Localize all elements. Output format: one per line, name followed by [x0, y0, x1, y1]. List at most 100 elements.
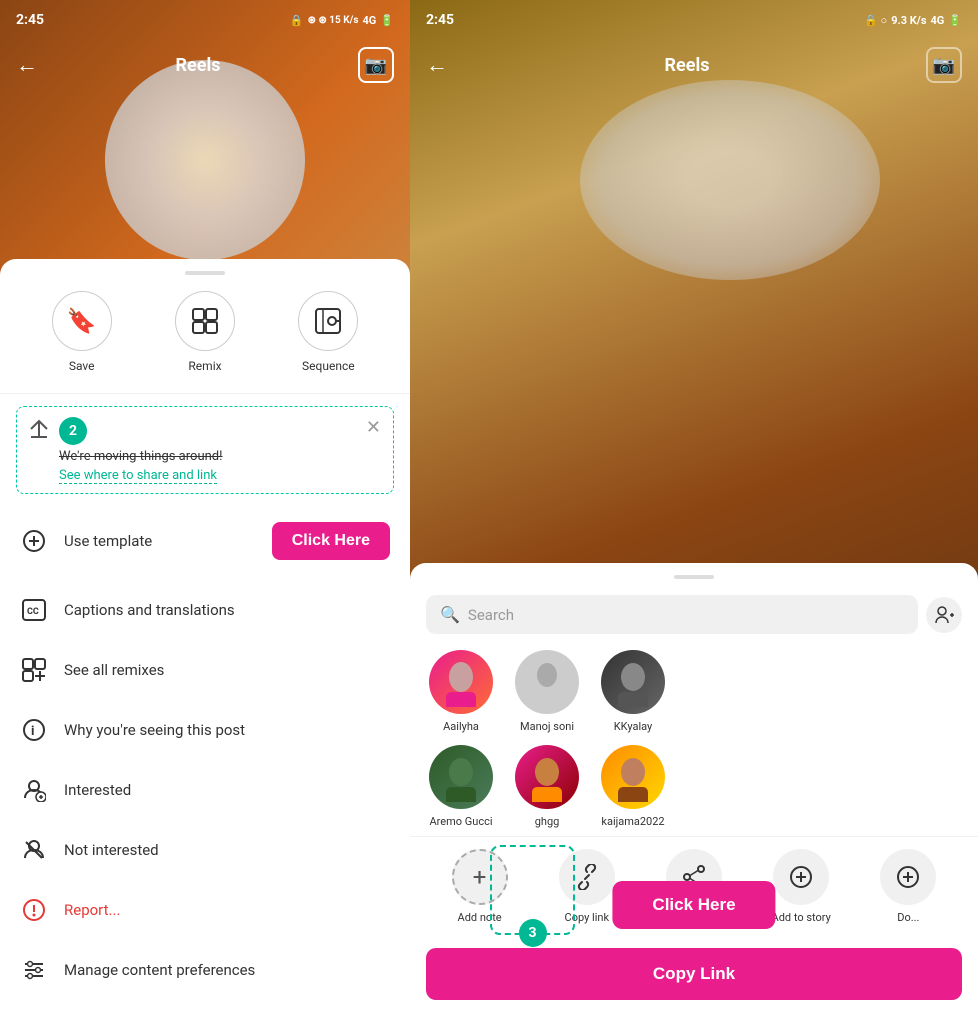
contact-kkyalay[interactable]: KKyalay: [598, 650, 668, 733]
search-bar[interactable]: 🔍 Search: [426, 595, 918, 634]
notification-text: 2 We're moving things around! See where …: [59, 417, 356, 483]
interested-item[interactable]: Interested: [0, 760, 410, 820]
contact-name-kkyalay: KKyalay: [614, 720, 652, 733]
contact-name-kaijama: kaijama2022: [601, 815, 664, 828]
time-left: 2:45: [16, 12, 44, 28]
notification-banner: 2 We're moving things around! See where …: [16, 406, 394, 494]
add-note-action[interactable]: + Add note: [450, 849, 510, 924]
see-remixes-icon: [20, 656, 48, 684]
captions-item[interactable]: CC Captions and translations: [0, 580, 410, 640]
notification-close[interactable]: ✕: [366, 417, 381, 438]
share-sheet: 🔍 Search Aa: [410, 563, 978, 1024]
back-button-left[interactable]: ←: [16, 52, 38, 78]
sequence-action[interactable]: Sequence: [298, 291, 358, 373]
contact-ghgg[interactable]: ghgg: [512, 745, 582, 828]
search-row: 🔍 Search: [410, 595, 978, 642]
avatar-aailyha: [429, 650, 493, 714]
svg-text:i: i: [31, 724, 34, 739]
click-here-button-right[interactable]: Click Here: [612, 881, 775, 929]
avatar-ghgg: [515, 745, 579, 809]
copy-link-main-button[interactable]: Copy Link: [426, 948, 962, 1000]
more-icon: [880, 849, 936, 905]
left-panel: 2:45 🔒 ⊛ ⊛ 15 K/s 4G 🔋 ← Reels 📷 🔖 Save: [0, 0, 410, 1024]
use-template-icon: [20, 527, 48, 555]
more-action[interactable]: Do...: [878, 849, 938, 924]
contact-aailyha[interactable]: Aailyha: [426, 650, 496, 733]
notification-badge: 2: [59, 417, 87, 445]
not-interested-item[interactable]: Not interested: [0, 820, 410, 880]
share-icon-banner: [29, 419, 49, 444]
camera-button-right[interactable]: 📷: [926, 47, 962, 83]
contact-manoj[interactable]: Manoj soni: [512, 650, 582, 733]
add-to-story-label: Add to story: [772, 911, 831, 924]
save-label: Save: [69, 359, 95, 373]
remix-action[interactable]: Remix: [175, 291, 235, 373]
manage-content-label: Manage content preferences: [64, 961, 255, 979]
not-interested-label: Not interested: [64, 841, 159, 859]
add-to-story-icon: [773, 849, 829, 905]
report-label: Report...: [64, 901, 120, 919]
not-interested-icon: [20, 836, 48, 864]
status-bar-right: 2:45 🔒 ○ 9.3 K/s 4G 🔋: [410, 0, 978, 40]
interested-icon: [20, 776, 48, 804]
top-nav-left: 2:45 🔒 ⊛ ⊛ 15 K/s 4G 🔋 ← Reels 📷: [0, 0, 410, 90]
sequence-label: Sequence: [302, 359, 355, 373]
remix-label: Remix: [188, 359, 221, 373]
use-template-label: Use template: [64, 532, 152, 550]
notification-line1: We're moving things around!: [59, 449, 356, 464]
manage-content-item[interactable]: Manage content preferences: [0, 940, 410, 1000]
captions-label: Captions and translations: [64, 601, 235, 619]
contact-aremo[interactable]: Aremo Gucci: [426, 745, 496, 828]
avatar-aremo: [429, 745, 493, 809]
camera-button-left[interactable]: 📷: [358, 47, 394, 83]
nav-title-right: Reels: [665, 55, 710, 76]
save-action[interactable]: 🔖 Save: [52, 291, 112, 373]
right-panel: 2:45 🔒 ○ 9.3 K/s 4G 🔋 ← Reels 📷 🔍 Search: [410, 0, 978, 1024]
save-icon: 🔖: [52, 291, 112, 351]
click-here-button-left[interactable]: Click Here: [272, 522, 390, 560]
status-icons-left: 🔒 ⊛ ⊛ 15 K/s 4G 🔋: [290, 14, 394, 27]
add-people-button[interactable]: [926, 597, 962, 633]
sheet-handle-right: [674, 575, 714, 579]
interested-label: Interested: [64, 781, 131, 799]
sequence-icon: [298, 291, 358, 351]
contact-name-aailyha: Aailyha: [443, 720, 479, 733]
nav-title-left: Reels: [176, 55, 221, 76]
contact-name-ghgg: ghgg: [535, 815, 560, 828]
report-item[interactable]: Report...: [0, 880, 410, 940]
see-remixes-item[interactable]: See all remixes: [0, 640, 410, 700]
manage-content-icon: [20, 956, 48, 984]
time-right: 2:45: [426, 12, 454, 28]
why-seeing-label: Why you're seeing this post: [64, 721, 245, 739]
copy-link-action[interactable]: Copy link: [557, 849, 617, 924]
menu-list: CC Captions and translations See all rem…: [0, 576, 410, 1004]
use-template-item[interactable]: Use template Click Here: [0, 506, 410, 576]
avatar-manoj: [515, 650, 579, 714]
contacts-row-1: Aailyha Manoj soni KKyal: [410, 642, 978, 741]
nav-bar-left: ← Reels 📷: [0, 40, 410, 90]
status-bar-left: 2:45 🔒 ⊛ ⊛ 15 K/s 4G 🔋: [0, 0, 410, 40]
add-note-label: Add note: [458, 911, 502, 924]
why-seeing-item[interactable]: i Why you're seeing this post: [0, 700, 410, 760]
status-icons-right: 🔒 ○ 9.3 K/s 4G 🔋: [864, 14, 962, 27]
back-button-right[interactable]: ←: [426, 52, 448, 78]
search-icon: 🔍: [440, 605, 460, 624]
svg-text:CC: CC: [27, 607, 39, 617]
more-label: Do...: [897, 911, 919, 924]
avatar-kkyalay: [601, 650, 665, 714]
sheet-handle-left: [185, 271, 225, 275]
remix-icon: [175, 291, 235, 351]
avatar-kaijama: [601, 745, 665, 809]
add-to-story-action[interactable]: Add to story: [771, 849, 831, 924]
copy-link-label: Copy link: [565, 911, 609, 924]
action-icons-row: 🔖 Save Remix: [0, 291, 410, 394]
search-placeholder: Search: [468, 606, 904, 624]
add-note-icon: +: [452, 849, 508, 905]
see-remixes-label: See all remixes: [64, 661, 164, 679]
contact-kaijama[interactable]: kaijama2022: [598, 745, 668, 828]
captions-icon: CC: [20, 596, 48, 624]
notification-line2: See where to share and link: [59, 468, 217, 484]
top-nav-right: 2:45 🔒 ○ 9.3 K/s 4G 🔋 ← Reels 📷: [410, 0, 978, 90]
why-seeing-icon: i: [20, 716, 48, 744]
contacts-row-2: Aremo Gucci ghgg kaijama: [410, 741, 978, 836]
